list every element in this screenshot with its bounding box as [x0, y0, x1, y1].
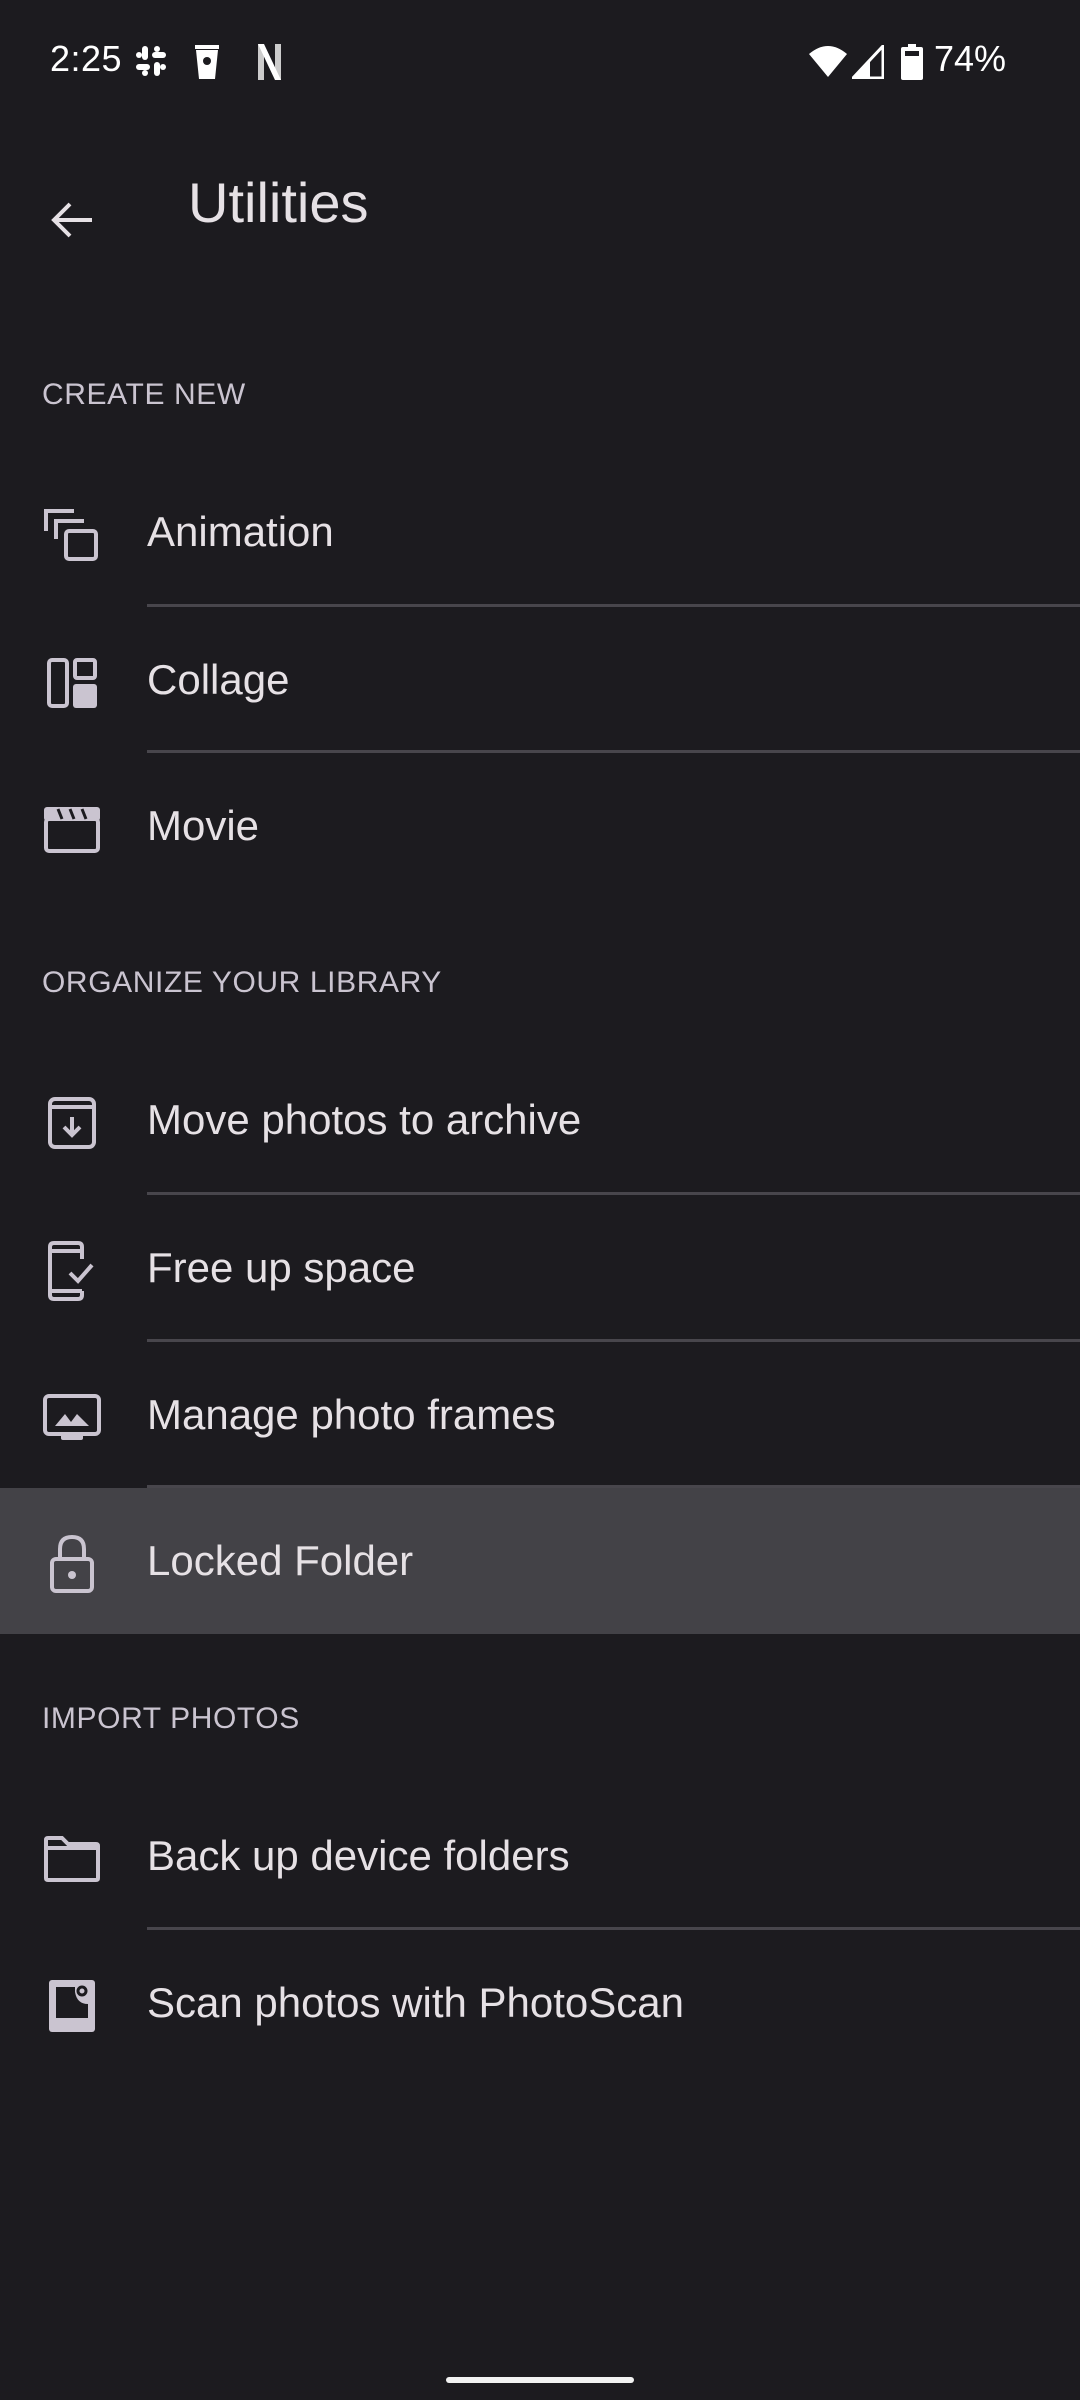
photo-frame-icon	[42, 1388, 102, 1448]
battery-percentage: 74%	[934, 38, 1007, 79]
slack-icon	[134, 44, 168, 83]
list-item-label: Manage photo frames	[147, 1391, 556, 1438]
list-item-label: Back up device folders	[147, 1832, 570, 1879]
list-item-manage-photo-frames[interactable]: Manage photo frames	[0, 1342, 1080, 1488]
list-item-move-to-archive[interactable]: Move photos to archive	[0, 1047, 1080, 1193]
app-bar: Utilities	[0, 150, 1080, 270]
phone-check-icon	[42, 1241, 102, 1301]
list-item-back-up-device-folders[interactable]: Back up device folders	[0, 1783, 1080, 1929]
status-bar: 2:25 74%	[0, 0, 1080, 125]
list-item-label: Free up space	[147, 1244, 416, 1291]
netflix-icon	[258, 44, 282, 85]
list-item-label: Scan photos with PhotoScan	[147, 1979, 685, 2026]
list-item-label: Movie	[147, 802, 260, 849]
coffee-cup-icon	[194, 44, 220, 85]
list-item-label: Animation	[147, 508, 334, 555]
wifi-icon	[808, 44, 848, 83]
list-item-locked-folder[interactable]: Locked Folder	[0, 1488, 1080, 1634]
animation-icon	[42, 505, 102, 565]
list-item-scan-photos-photoscan[interactable]: Scan photos with PhotoScan	[0, 1930, 1080, 2076]
list-item-animation[interactable]: Animation	[0, 459, 1080, 605]
section-header-import-photos: IMPORT PHOTOS	[42, 1702, 300, 1735]
archive-icon	[42, 1093, 102, 1153]
list-item-label: Locked Folder	[147, 1537, 414, 1584]
lock-icon	[42, 1534, 102, 1594]
section-header-organize-library: ORGANIZE YOUR LIBRARY	[42, 966, 442, 999]
movie-icon	[42, 799, 102, 859]
battery-icon	[901, 44, 923, 85]
arrow-left-icon	[50, 198, 94, 247]
back-button[interactable]	[30, 180, 114, 264]
status-time: 2:25	[50, 38, 123, 79]
section-header-create-new: CREATE NEW	[42, 378, 246, 411]
list-item-free-up-space[interactable]: Free up space	[0, 1195, 1080, 1341]
gesture-nav-handle[interactable]	[446, 2377, 634, 2383]
collage-icon	[42, 653, 102, 713]
list-item-label: Collage	[147, 656, 290, 703]
page-title: Utilities	[188, 171, 369, 234]
list-item-collage[interactable]: Collage	[0, 607, 1080, 753]
photoscan-icon	[42, 1976, 102, 2036]
list-item-label: Move photos to archive	[147, 1096, 582, 1143]
list-item-movie[interactable]: Movie	[0, 753, 1080, 899]
folder-icon	[42, 1829, 102, 1889]
cell-signal-icon	[849, 42, 885, 84]
